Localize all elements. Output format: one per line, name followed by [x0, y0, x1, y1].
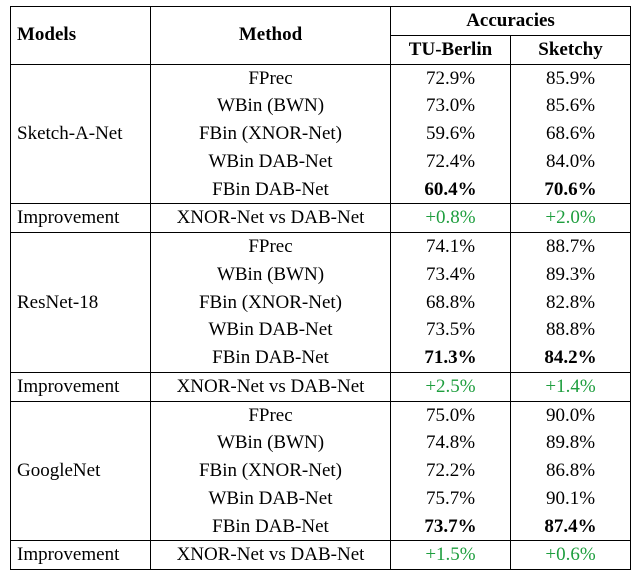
sk-cell: 88.7% [511, 233, 631, 261]
sk-cell: 87.4% [511, 513, 631, 541]
sk-cell: 88.8% [511, 316, 631, 344]
method-cell: FBin DAB-Net [151, 176, 391, 204]
col-sketchy: Sketchy [511, 35, 631, 64]
method-cell: FPrec [151, 64, 391, 92]
improvement-tub: +0.8% [391, 204, 511, 233]
tub-cell: 73.4% [391, 261, 511, 289]
improvement-sk: +0.6% [511, 541, 631, 570]
method-cell: FBin DAB-Net [151, 344, 391, 372]
sk-cell: 86.8% [511, 457, 631, 485]
method-cell: FPrec [151, 401, 391, 429]
method-cell: FPrec [151, 233, 391, 261]
table-row: ResNet-18 FPrec 74.1% 88.7% [11, 233, 631, 261]
sk-cell: 68.6% [511, 120, 631, 148]
improvement-tub: +2.5% [391, 372, 511, 401]
tub-cell: 74.1% [391, 233, 511, 261]
method-cell: FBin (XNOR-Net) [151, 457, 391, 485]
method-cell: FBin DAB-Net [151, 513, 391, 541]
col-method: Method [151, 7, 391, 65]
improvement-row: Improvement XNOR-Net vs DAB-Net +0.8% +2… [11, 204, 631, 233]
method-cell: WBin DAB-Net [151, 148, 391, 176]
results-table: Models Method Accuracies TU-Berlin Sketc… [10, 6, 631, 570]
improvement-method: XNOR-Net vs DAB-Net [151, 204, 391, 233]
tub-cell: 73.5% [391, 316, 511, 344]
sk-cell: 89.8% [511, 429, 631, 457]
tub-cell: 75.7% [391, 485, 511, 513]
sk-cell: 90.0% [511, 401, 631, 429]
improvement-method: XNOR-Net vs DAB-Net [151, 541, 391, 570]
improvement-row: Improvement XNOR-Net vs DAB-Net +1.5% +0… [11, 541, 631, 570]
improvement-label: Improvement [11, 204, 151, 233]
sk-cell: 84.0% [511, 148, 631, 176]
model-name: Sketch-A-Net [11, 64, 151, 204]
table-row: Sketch-A-Net FPrec 72.9% 85.9% [11, 64, 631, 92]
sk-cell: 90.1% [511, 485, 631, 513]
sk-cell: 85.6% [511, 92, 631, 120]
improvement-label: Improvement [11, 541, 151, 570]
method-cell: WBin (BWN) [151, 92, 391, 120]
col-models: Models [11, 7, 151, 65]
sk-cell: 89.3% [511, 261, 631, 289]
improvement-sk: +2.0% [511, 204, 631, 233]
improvement-sk: +1.4% [511, 372, 631, 401]
tub-cell: 60.4% [391, 176, 511, 204]
header-row-1: Models Method Accuracies [11, 7, 631, 36]
sk-cell: 70.6% [511, 176, 631, 204]
tub-cell: 72.2% [391, 457, 511, 485]
sk-cell: 85.9% [511, 64, 631, 92]
table-row: GoogleNet FPrec 75.0% 90.0% [11, 401, 631, 429]
improvement-tub: +1.5% [391, 541, 511, 570]
method-cell: FBin (XNOR-Net) [151, 289, 391, 317]
tub-cell: 71.3% [391, 344, 511, 372]
sk-cell: 82.8% [511, 289, 631, 317]
improvement-method: XNOR-Net vs DAB-Net [151, 372, 391, 401]
tub-cell: 72.4% [391, 148, 511, 176]
tub-cell: 75.0% [391, 401, 511, 429]
tub-cell: 72.9% [391, 64, 511, 92]
improvement-label: Improvement [11, 372, 151, 401]
method-cell: WBin DAB-Net [151, 316, 391, 344]
model-name: ResNet-18 [11, 233, 151, 373]
tub-cell: 59.6% [391, 120, 511, 148]
model-name: GoogleNet [11, 401, 151, 541]
col-tuberlin: TU-Berlin [391, 35, 511, 64]
method-cell: FBin (XNOR-Net) [151, 120, 391, 148]
col-accuracies: Accuracies [391, 7, 631, 36]
method-cell: WBin DAB-Net [151, 485, 391, 513]
tub-cell: 68.8% [391, 289, 511, 317]
tub-cell: 74.8% [391, 429, 511, 457]
tub-cell: 73.7% [391, 513, 511, 541]
method-cell: WBin (BWN) [151, 429, 391, 457]
improvement-row: Improvement XNOR-Net vs DAB-Net +2.5% +1… [11, 372, 631, 401]
tub-cell: 73.0% [391, 92, 511, 120]
sk-cell: 84.2% [511, 344, 631, 372]
method-cell: WBin (BWN) [151, 261, 391, 289]
